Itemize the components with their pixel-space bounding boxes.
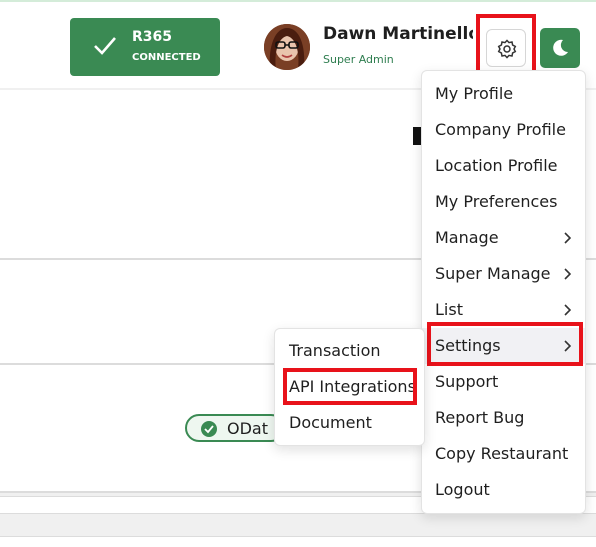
dark-mode-toggle[interactable] <box>540 28 580 68</box>
user-name[interactable]: Dawn Martinello <box>323 24 473 44</box>
menu-item-copy-restaurant[interactable]: Copy Restaurant <box>422 436 585 472</box>
submenu-item-label: Transaction <box>289 341 381 360</box>
submenu-item-transaction[interactable]: Transaction <box>275 333 424 369</box>
menu-item-label: Logout <box>435 480 490 499</box>
submenu-item-document[interactable]: Document <box>275 405 424 441</box>
settings-button-highlight <box>476 14 536 78</box>
menu-item-label: My Profile <box>435 84 514 103</box>
menu-item-my-preferences[interactable]: My Preferences <box>422 184 585 220</box>
check-circle-icon <box>201 421 217 437</box>
menu-item-logout[interactable]: Logout <box>422 472 585 508</box>
menu-item-label: Location Profile <box>435 156 558 175</box>
settings-item-highlight <box>427 322 583 366</box>
menu-item-label: Copy Restaurant <box>435 444 569 463</box>
check-icon <box>94 37 116 55</box>
r365-status: CONNECTED <box>132 52 201 63</box>
api-integrations-highlight <box>283 368 417 405</box>
user-avatar-photo-icon <box>264 24 310 70</box>
user-role: Super Admin <box>323 53 394 66</box>
odata-chip-label: ODat <box>227 419 268 438</box>
chevron-right-icon <box>564 232 571 244</box>
content-panel-footer-2 <box>0 536 596 547</box>
avatar[interactable] <box>264 24 310 70</box>
r365-connection-badge[interactable]: R365 CONNECTED <box>70 18 220 76</box>
menu-item-label: Manage <box>435 228 499 247</box>
menu-item-label: List <box>435 300 463 319</box>
settings-dropdown-menu: My Profile Company Profile Location Prof… <box>421 70 586 514</box>
menu-item-super-manage[interactable]: Super Manage <box>422 256 585 292</box>
menu-item-label: Company Profile <box>435 120 566 139</box>
odata-status-chip[interactable]: ODat <box>185 414 285 442</box>
chevron-right-icon <box>564 268 571 280</box>
menu-item-report-bug[interactable]: Report Bug <box>422 400 585 436</box>
menu-item-company-profile[interactable]: Company Profile <box>422 112 585 148</box>
menu-item-label: Support <box>435 372 499 391</box>
menu-item-location-profile[interactable]: Location Profile <box>422 148 585 184</box>
r365-title: R365 <box>132 29 173 45</box>
moon-icon <box>553 39 568 56</box>
menu-item-support[interactable]: Support <box>422 364 585 400</box>
submenu-item-label: Document <box>289 413 372 432</box>
menu-item-manage[interactable]: Manage <box>422 220 585 256</box>
menu-item-my-profile[interactable]: My Profile <box>422 76 585 112</box>
menu-item-label: Report Bug <box>435 408 525 427</box>
menu-item-label: Super Manage <box>435 264 551 283</box>
chevron-right-icon <box>564 304 571 316</box>
menu-item-label: My Preferences <box>435 192 558 211</box>
